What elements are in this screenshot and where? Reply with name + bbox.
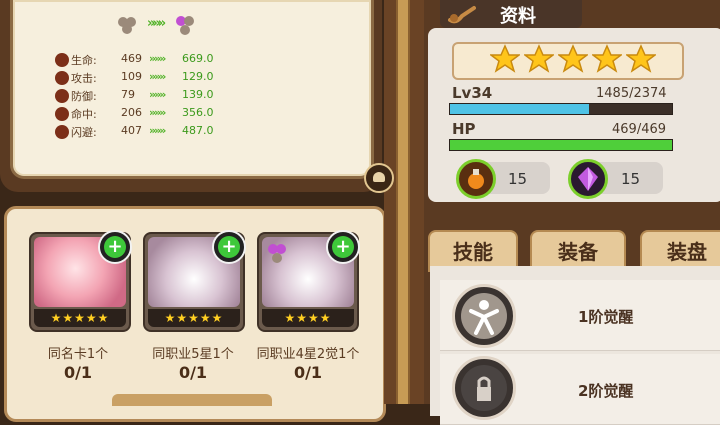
stat-after: 139.0: [182, 88, 214, 101]
requirement-label: 同职业4星2觉1个: [256, 347, 360, 362]
star-rating: ★★★★★: [148, 309, 240, 327]
shield-icon: [55, 89, 69, 103]
hp-text: 469/469: [612, 122, 667, 137]
stat-row-hp: 生命: 469 »»» 669.0: [55, 52, 235, 69]
add-button[interactable]: +: [98, 230, 132, 264]
stat-before: 79: [121, 88, 135, 101]
requirement-count: 0/1: [293, 363, 323, 382]
person-unlocked-icon: [452, 284, 516, 348]
stat-before: 407: [121, 124, 142, 137]
potion-count: 15: [508, 170, 528, 188]
confirm-button-edge[interactable]: [112, 394, 272, 406]
stat-before: 469: [121, 52, 142, 65]
level-label: Lv34: [452, 84, 493, 102]
stat-after: 129.0: [182, 70, 214, 83]
star-icon: [590, 44, 624, 74]
exp-bar-fill: [450, 104, 589, 114]
star-icon: [522, 44, 556, 74]
stat-after: 356.0: [182, 106, 214, 119]
stat-arrow: »»»: [149, 106, 166, 119]
stat-name: 生命:: [71, 54, 97, 67]
dodge-icon: [55, 125, 69, 139]
sword-icon: [55, 71, 69, 85]
stat-name: 闪避:: [71, 126, 97, 139]
hp-label: HP: [452, 120, 476, 138]
stat-name: 防御:: [71, 90, 97, 103]
pipe-icon: [448, 4, 476, 24]
clover-grey-icon: [116, 14, 138, 36]
stat-before: 206: [121, 106, 142, 119]
stat-arrow: »»»: [149, 88, 166, 101]
divider-stripe: [396, 0, 410, 404]
skill-name: 2阶觉醒: [578, 382, 634, 400]
requirement-label: 同名卡1个: [47, 347, 109, 362]
star-icon: [488, 44, 522, 74]
exp-text: 1485/2374: [596, 86, 667, 101]
stat-arrow: »»»: [149, 124, 166, 137]
stat-after: 487.0: [182, 124, 214, 137]
stat-row-attack: 攻击: 109 »»» 129.0: [55, 70, 235, 87]
crystal-count: 15: [621, 170, 641, 188]
exp-bar: [449, 103, 673, 115]
stat-row-accuracy: 命中: 206 »»» 356.0: [55, 106, 235, 123]
clover-purple-icon: [265, 242, 289, 266]
add-button[interactable]: +: [326, 230, 360, 264]
skill-name: 1阶觉醒: [578, 308, 634, 326]
upgrade-arrow: »»»: [147, 16, 166, 31]
stat-row-evasion: 闪避: 407 »»» 487.0: [55, 124, 235, 141]
skill-row[interactable]: 1阶觉醒: [440, 280, 720, 351]
requirement-count: 0/1: [63, 363, 93, 382]
hp-bar: [449, 139, 673, 151]
potion-icon[interactable]: [456, 159, 496, 199]
stat-before: 109: [121, 70, 142, 83]
stat-name: 攻击:: [71, 72, 97, 85]
lock-icon: [452, 356, 516, 420]
stat-arrow: »»»: [149, 52, 166, 65]
crystal-icon[interactable]: [568, 159, 608, 199]
star-rating: ★★★★: [262, 309, 354, 327]
info-title: 资料: [500, 6, 536, 27]
stat-arrow: »»»: [149, 70, 166, 83]
star-icon: [556, 44, 590, 74]
hp-bar-fill: [450, 140, 672, 150]
clover-purple-icon: [173, 14, 197, 38]
collapse-toggle-icon[interactable]: [364, 163, 394, 193]
stat-after: 669.0: [182, 52, 214, 65]
stat-name: 命中:: [71, 108, 97, 121]
requirement-count: 0/1: [178, 363, 208, 382]
add-button[interactable]: +: [212, 230, 246, 264]
heart-icon: [55, 53, 69, 67]
skill-row[interactable]: 2阶觉醒: [440, 354, 720, 425]
star-rating: ★★★★★: [34, 309, 126, 327]
stat-row-defense: 防御: 79 »»» 139.0: [55, 88, 235, 105]
crosshair-icon: [55, 107, 69, 121]
star-icon: [624, 44, 658, 74]
requirement-label: 同职业5星1个: [152, 347, 234, 362]
